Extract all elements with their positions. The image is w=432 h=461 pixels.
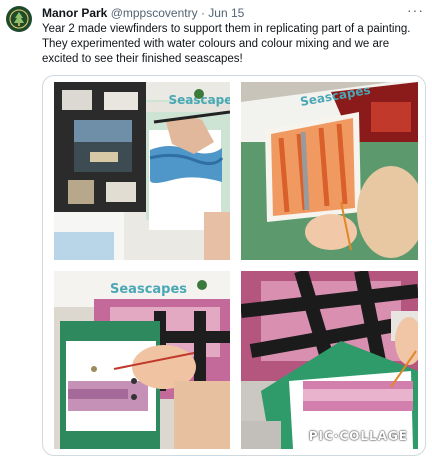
orange-painting-photo: Seascapes: [241, 82, 418, 260]
tweet[interactable]: Manor Park @mppscoventry · Jun 15 ··· Ye…: [0, 0, 432, 461]
collage-photo-2[interactable]: Seascapes: [241, 82, 418, 260]
pink-painting-photo: Seascapes: [54, 271, 230, 449]
avatar[interactable]: [6, 6, 32, 32]
poster-title: Seascapes: [110, 282, 187, 297]
collage-photo-1[interactable]: Seascapes: [54, 82, 230, 260]
header-separator: ·: [200, 6, 205, 20]
tweet-text: Year 2 made viewfinders to support them …: [42, 23, 411, 65]
pink-strip-painting-photo: [241, 271, 418, 449]
collage-photo-3[interactable]: Seascapes: [54, 271, 230, 449]
author-handle[interactable]: @mppscoventry: [111, 6, 198, 20]
viewfinder-painting-photo: Seascapes: [54, 82, 230, 260]
tweet-header: Manor Park @mppscoventry · Jun 15: [42, 5, 422, 21]
photo-collage[interactable]: Seascapes Seascapes: [42, 75, 426, 456]
collage-photo-4[interactable]: PIC·COLLAGE: [241, 271, 418, 449]
school-logo-icon: [7, 7, 31, 31]
more-options-button[interactable]: ···: [407, 2, 424, 18]
author-name[interactable]: Manor Park: [42, 6, 107, 20]
tweet-date[interactable]: Jun 15: [208, 6, 244, 20]
pic-collage-watermark: PIC·COLLAGE: [308, 429, 408, 443]
